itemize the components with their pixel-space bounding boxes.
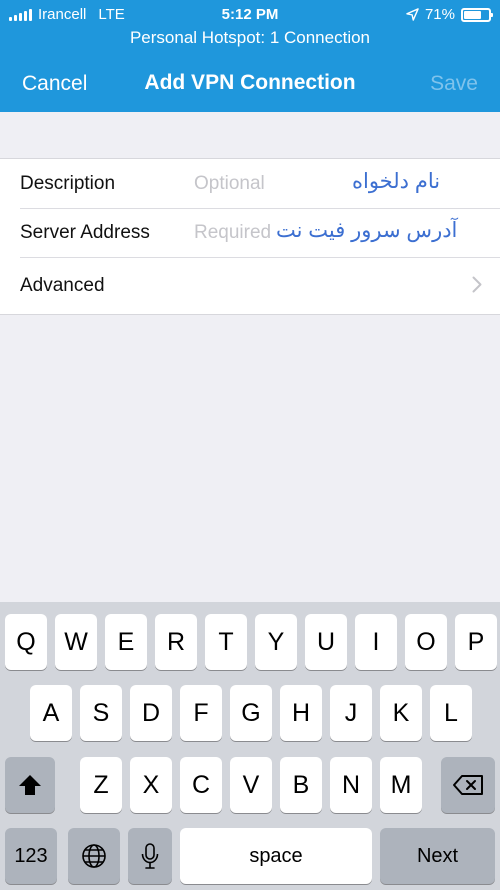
key-m[interactable]: M bbox=[380, 757, 422, 813]
keyboard: QWERTYUIOP ASDFGHJKL ZXCVBNM 123 space N… bbox=[0, 602, 500, 890]
key-n[interactable]: N bbox=[330, 757, 372, 813]
key-t[interactable]: T bbox=[205, 614, 247, 670]
key-l[interactable]: L bbox=[430, 685, 472, 741]
status-bar: Irancell LTE 5:12 PM 71% bbox=[0, 0, 500, 30]
globe-key[interactable] bbox=[68, 828, 120, 884]
key-i[interactable]: I bbox=[355, 614, 397, 670]
advanced-row[interactable]: Advanced bbox=[0, 257, 500, 314]
location-arrow-icon bbox=[406, 8, 419, 21]
description-annotation: نام دلخواه bbox=[352, 170, 441, 193]
shift-key[interactable] bbox=[5, 757, 55, 813]
key-s[interactable]: S bbox=[80, 685, 122, 741]
key-o[interactable]: O bbox=[405, 614, 447, 670]
description-row[interactable]: Description Optional نام دلخواه bbox=[0, 159, 500, 208]
key-c[interactable]: C bbox=[180, 757, 222, 813]
key-z[interactable]: Z bbox=[80, 757, 122, 813]
key-w[interactable]: W bbox=[55, 614, 97, 670]
dictation-key[interactable] bbox=[128, 828, 172, 884]
globe-icon bbox=[82, 844, 106, 868]
key-h[interactable]: H bbox=[280, 685, 322, 741]
key-g[interactable]: G bbox=[230, 685, 272, 741]
status-right: 71% bbox=[406, 6, 493, 23]
header-area: Irancell LTE 5:12 PM 71% Personal Hotspo… bbox=[0, 0, 500, 112]
server-address-annotation: آدرس سرور فیت نت bbox=[276, 219, 458, 242]
key-d[interactable]: D bbox=[130, 685, 172, 741]
key-a[interactable]: A bbox=[30, 685, 72, 741]
description-label: Description bbox=[20, 173, 116, 194]
backspace-icon bbox=[453, 775, 483, 795]
space-key[interactable]: space bbox=[180, 828, 372, 884]
server-address-row[interactable]: Server Address Required آدرس سرور فیت نت bbox=[0, 208, 500, 257]
hotspot-banner[interactable]: Personal Hotspot: 1 Connection bbox=[0, 28, 500, 48]
server-address-field[interactable]: Required bbox=[194, 222, 271, 244]
key-x[interactable]: X bbox=[130, 757, 172, 813]
microphone-icon bbox=[141, 843, 159, 869]
battery-percent: 71% bbox=[424, 6, 455, 23]
page-title: Add VPN Connection bbox=[144, 71, 356, 94]
chevron-right-icon bbox=[472, 276, 482, 293]
key-j[interactable]: J bbox=[330, 685, 372, 741]
key-f[interactable]: F bbox=[180, 685, 222, 741]
key-e[interactable]: E bbox=[105, 614, 147, 670]
advanced-label: Advanced bbox=[20, 275, 105, 296]
key-p[interactable]: P bbox=[455, 614, 497, 670]
numbers-key[interactable]: 123 bbox=[5, 828, 57, 884]
save-button[interactable]: Save bbox=[430, 72, 478, 96]
key-r[interactable]: R bbox=[155, 614, 197, 670]
key-q[interactable]: Q bbox=[5, 614, 47, 670]
next-key[interactable]: Next bbox=[380, 828, 495, 884]
navigation-bar: Cancel Add VPN Connection Save bbox=[0, 56, 500, 112]
backspace-key[interactable] bbox=[441, 757, 495, 813]
key-k[interactable]: K bbox=[380, 685, 422, 741]
server-address-label: Server Address bbox=[20, 222, 150, 243]
shift-arrow-icon bbox=[19, 775, 41, 795]
key-y[interactable]: Y bbox=[255, 614, 297, 670]
battery-icon bbox=[461, 7, 493, 22]
key-v[interactable]: V bbox=[230, 757, 272, 813]
vpn-form: Description Optional نام دلخواه Server A… bbox=[0, 158, 500, 315]
key-b[interactable]: B bbox=[280, 757, 322, 813]
description-field[interactable]: Optional bbox=[194, 173, 265, 195]
key-u[interactable]: U bbox=[305, 614, 347, 670]
